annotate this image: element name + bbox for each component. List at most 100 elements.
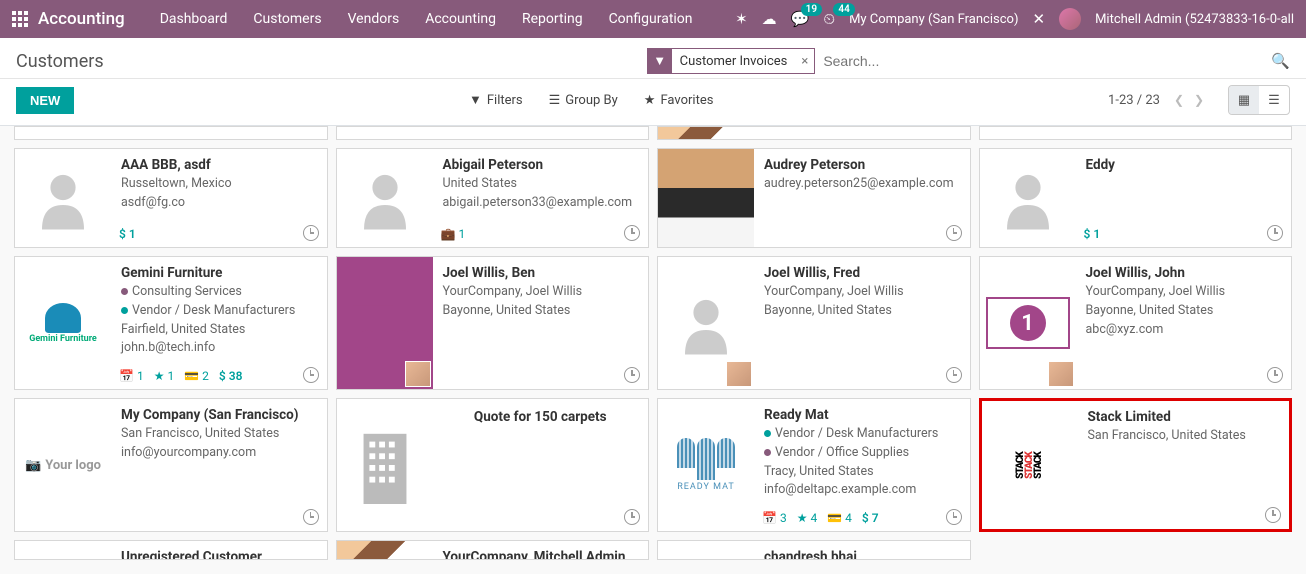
activity-icon[interactable] [1267, 225, 1283, 241]
card-email: abc@xyz.com [1086, 321, 1282, 340]
bug-icon[interactable]: ✶ [735, 10, 748, 28]
activity-icon[interactable] [624, 367, 640, 383]
card-title: chandresh bhai [764, 549, 960, 560]
customer-grid: AAA BBB, asdf Russeltown, Mexico asdf@fg… [0, 126, 1306, 574]
customer-card[interactable]: 1 Joel Willis, John YourCompany, Joel Wi… [979, 256, 1293, 390]
activity-icon[interactable] [946, 509, 962, 525]
customer-card[interactable]: Joel Willis, Fred YourCompany, Joel Will… [657, 256, 971, 390]
activity-icon[interactable]: ⏲44 [823, 10, 835, 28]
card-avatar [980, 149, 1076, 247]
topbar: Accounting Dashboard Customers Vendors A… [0, 0, 1306, 38]
user-avatar[interactable] [1059, 8, 1081, 30]
facet-remove[interactable]: × [795, 54, 814, 69]
filters-button[interactable]: ▼Filters [469, 92, 523, 108]
customer-card[interactable]: Abigail Peterson United States abigail.p… [336, 148, 650, 248]
kanban-view-button[interactable]: ▦ [1229, 86, 1259, 114]
card-email: info@deltapc.example.com [764, 481, 960, 500]
activity-icon[interactable] [624, 509, 640, 525]
app-name[interactable]: Accounting [38, 9, 125, 29]
layers-icon: ☰ [549, 93, 561, 108]
card-avatar [15, 149, 111, 247]
card-tag: Vendor / Office Supplies [764, 444, 960, 463]
favorites-button[interactable]: ★Favorites [644, 92, 714, 108]
customer-card[interactable]: Quote for 150 carpets [336, 398, 650, 532]
nav-configuration[interactable]: Configuration [596, 0, 706, 38]
card-avatar [337, 149, 433, 247]
customer-card[interactable]: Audrey Peterson audrey.peterson25@exampl… [657, 148, 971, 248]
list-view-button[interactable]: ☰ [1259, 86, 1289, 114]
card-title: Stack Limited [1088, 409, 1280, 425]
card-location: San Francisco, United States [121, 425, 317, 444]
pager-text[interactable]: 1-23 / 23 [1108, 93, 1160, 108]
activity-icon[interactable] [624, 225, 640, 241]
card-title: Joel Willis, Fred [764, 265, 960, 281]
card-location: Bayonne, United States [764, 302, 960, 321]
pager-prev[interactable]: ❮ [1170, 88, 1188, 112]
card-partial[interactable]: YourCompany, Mitchell Admin [336, 540, 650, 560]
card-title: AAA BBB, asdf [121, 157, 317, 173]
card-location: San Francisco, United States [1088, 427, 1280, 446]
tools-icon[interactable]: ✕ [1032, 10, 1045, 28]
chat-icon[interactable]: 💬19 [791, 10, 810, 28]
main-nav: Dashboard Customers Vendors Accounting R… [147, 0, 706, 38]
card-partial[interactable] [979, 126, 1293, 140]
card-avatar [658, 257, 754, 389]
card-partial[interactable] [657, 126, 971, 140]
funnel-icon: ▼ [469, 92, 482, 108]
card-logo: Gemini Furniture [15, 257, 111, 389]
activity-icon[interactable] [946, 367, 962, 383]
nav-accounting[interactable]: Accounting [412, 0, 509, 38]
nav-vendors[interactable]: Vendors [335, 0, 413, 38]
customer-card[interactable]: AAA BBB, asdf Russeltown, Mexico asdf@fg… [14, 148, 328, 248]
star-stat: ★1 [154, 369, 175, 383]
card-partial[interactable]: chandresh bhai [657, 540, 971, 560]
nav-reporting[interactable]: Reporting [509, 0, 596, 38]
card-tag: Vendor / Desk Manufacturers [121, 302, 317, 321]
card-logo: 📷Your logo [15, 399, 111, 531]
activity-icon[interactable] [1267, 367, 1283, 383]
apps-icon[interactable] [12, 11, 28, 27]
search-icon[interactable]: 🔍 [1271, 52, 1290, 70]
card-amount: $ 7 [862, 511, 879, 525]
card-stat: 💳2 [184, 369, 209, 383]
card-partial[interactable] [14, 126, 328, 140]
pager-next[interactable]: ❯ [1190, 88, 1208, 112]
page-title: Customers [16, 51, 104, 72]
new-button[interactable]: NEW [16, 87, 74, 114]
calendar-stat: 📅3 [762, 511, 787, 525]
search-facet: ▼ Customer Invoices × [647, 48, 816, 74]
groupby-button[interactable]: ☰Group By [549, 92, 618, 108]
card-email: john.b@tech.info [121, 339, 317, 358]
activity-icon[interactable] [303, 367, 319, 383]
card-location: Bayonne, United States [443, 302, 639, 321]
customer-card[interactable]: READY MAT Ready Mat Vendor / Desk Manufa… [657, 398, 971, 532]
card-title: Joel Willis, Ben [443, 265, 639, 281]
card-amount: $ 38 [219, 369, 243, 383]
search-input[interactable] [815, 48, 1265, 74]
customer-card[interactable]: Joel Willis, Ben YourCompany, Joel Willi… [336, 256, 650, 390]
card-title: Gemini Furniture [121, 265, 317, 281]
salesperson-avatar [726, 361, 752, 387]
customer-card[interactable]: Gemini Furniture Gemini Furniture Consul… [14, 256, 328, 390]
user-name[interactable]: Mitchell Admin (52473833-16-0-all [1095, 12, 1294, 27]
nav-customers[interactable]: Customers [240, 0, 334, 38]
card-partial[interactable] [336, 126, 650, 140]
toolbar: NEW ▼Filters ☰Group By ★Favorites 1-23 /… [0, 79, 1306, 126]
activity-icon[interactable] [946, 225, 962, 241]
card-title: Unregistered Customer [121, 549, 317, 560]
customer-card[interactable]: Eddy $ 1 [979, 148, 1293, 248]
activity-icon[interactable] [303, 225, 319, 241]
salesperson-avatar [405, 361, 431, 387]
chat-badge: 19 [801, 3, 822, 16]
customer-card-highlighted[interactable]: STACK STACK STACK Stack Limited San Fran… [979, 398, 1293, 532]
support-icon[interactable]: ☁ [762, 10, 777, 28]
nav-dashboard[interactable]: Dashboard [147, 0, 241, 38]
card-partial[interactable]: Unregistered Customer [14, 540, 328, 560]
card-title: Joel Willis, John [1086, 265, 1282, 281]
customer-card[interactable]: 📷Your logo My Company (San Francisco) Sa… [14, 398, 328, 532]
activity-icon[interactable] [1265, 507, 1281, 523]
activity-icon[interactable] [303, 509, 319, 525]
company-switcher[interactable]: My Company (San Francisco) [849, 12, 1018, 27]
card-logo: STACK STACK STACK [982, 401, 1078, 529]
card-logo: 1 [980, 257, 1076, 389]
